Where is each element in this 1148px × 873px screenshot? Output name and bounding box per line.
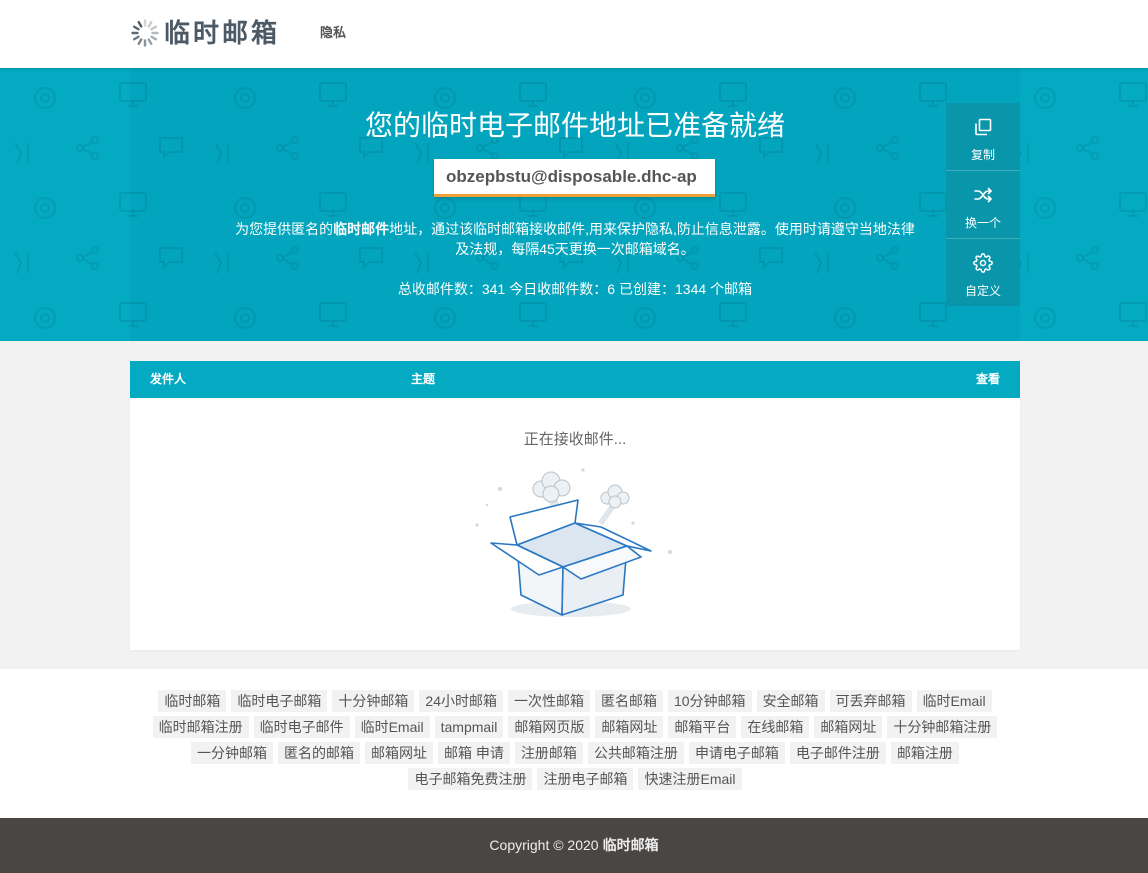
stat-today-label: 今日收邮件数： [509,281,608,297]
empty-inbox-illustration [475,468,672,617]
footer-tag-link[interactable]: tampmail [434,716,504,738]
footer-tag-link[interactable]: 10分钟邮箱 [667,690,752,712]
inbox-body: 正在接收邮件... [130,398,1020,650]
logo-spinner-icon [131,19,159,47]
site-logo[interactable]: 临时邮箱 [130,16,290,50]
footer-tag-link[interactable]: 注册邮箱 [514,742,583,764]
footer-tag-link[interactable]: 申请电子邮箱 [688,742,785,764]
footer-tag-link[interactable]: 临时邮箱注册 [152,716,249,738]
footer-tag-link[interactable]: 邮箱网页版 [508,716,591,738]
footer-tag-link[interactable]: 快速注册Email [638,768,742,790]
footer-tag-link[interactable]: 邮箱注册 [890,742,959,764]
footer-tag-link[interactable]: 十分钟邮箱 [332,690,415,712]
change-address-button[interactable]: 换一个 [946,171,1020,239]
footer-tag-link[interactable]: 电子邮箱免费注册 [408,768,533,790]
receiving-status-text: 正在接收邮件... [523,431,627,448]
inbox-table-header: 发件人 主题 查看 [130,361,1020,398]
column-header-subject: 主题 [411,372,436,386]
footer-tag-link[interactable]: 24小时邮箱 [419,690,503,712]
email-address-field[interactable] [434,159,715,197]
footer-tag-link[interactable]: 邮箱 申请 [438,742,510,764]
customize-button[interactable]: 自定义 [946,239,1020,306]
footer-keyword-links: 临时邮箱 临时电子邮箱 十分钟邮箱 24小时邮箱 一次性邮箱 匿名邮箱 10分钟邮箱 安全邮箱… [0,669,1148,818]
footer-tag-link[interactable]: 临时电子邮箱 [231,690,328,712]
tag-row: 电子邮箱免费注册 注册电子邮箱 快速注册Email [130,768,1020,790]
description-text: 地址，通过该临时邮箱接收邮件,用来保护隐私,防止信息泄露。使用时请遵守当地法律 [389,221,915,237]
stat-total-value: 341 [481,281,506,297]
footer-tag-link[interactable]: 邮箱网址 [595,716,664,738]
tag-row: 临时邮箱 临时电子邮箱 十分钟邮箱 24小时邮箱 一次性邮箱 匿名邮箱 10分钟邮箱 安全邮箱… [130,690,1020,712]
footer-tag-link[interactable]: 注册电子邮箱 [537,768,634,790]
description-line-1: 为您提供匿名的临时邮件地址，通过该临时邮箱接收邮件,用来保护隐私,防止信息泄露。… [130,219,1020,239]
stat-today-value: 6 [607,281,615,297]
footer-tag-link[interactable]: 临时电子邮件 [253,716,350,738]
copy-button[interactable]: 复制 [946,103,1020,171]
hero-title: 您的临时电子邮件地址已准备就绪 [364,110,785,141]
copyright-bar: Copyright © 2020 临时邮箱 [0,818,1148,873]
stat-total-label: 总收邮件数： [397,281,482,297]
action-panel: 复制 换一个 自定义 [946,103,1020,306]
logo-text: 临时邮箱 [164,18,281,48]
change-address-button-label: 换一个 [964,216,1001,230]
footer-tag-link[interactable]: 电子邮件注册 [789,742,886,764]
top-navbar: 临时邮箱 隐私 [0,0,1148,68]
footer-tag-link[interactable]: 在线邮箱 [741,716,810,738]
stat-created-unit: 个邮箱 [710,281,753,297]
footer-tag-link[interactable]: 可丢弃邮箱 [829,690,912,712]
footer-tag-link[interactable]: 临时邮箱 [158,690,227,712]
footer-tag-link[interactable]: 安全邮箱 [756,690,825,712]
column-header-view: 查看 [975,372,1000,386]
customize-button-label: 自定义 [964,284,1001,298]
tag-row: 一分钟邮箱 匿名的邮箱 邮箱网址 邮箱 申请 注册邮箱 公共邮箱注册 申请电子邮箱 电子邮件注… [130,742,1020,764]
footer-tag-link[interactable]: 一分钟邮箱 [191,742,274,764]
nav-privacy-link[interactable]: 隐私 [320,23,346,43]
footer-tag-link[interactable]: 临时Email [354,716,430,738]
shuffle-icon [974,187,992,203]
footer-tag-link[interactable]: 邮箱网址 [365,742,434,764]
column-header-sender: 发件人 [150,372,187,386]
stat-created-label: 已创建： [619,281,675,297]
keyword-tag-cloud: 临时邮箱 临时电子邮箱 十分钟邮箱 24小时邮箱 一次性邮箱 匿名邮箱 10分钟邮箱 安全邮箱… [130,690,1020,794]
copy-button-label: 复制 [970,148,995,162]
footer-tag-link[interactable]: 十分钟邮箱注册 [887,716,998,738]
description-line-2: 及法规，每隔45天更换一次邮箱域名。 [455,241,695,257]
footer-tag-link[interactable]: 匿名的邮箱 [278,742,361,764]
mail-stats: 总收邮件数：341 今日收邮件数：6 已创建：1344 个邮箱 [130,279,1020,299]
hero-description: 为您提供匿名的临时邮件地址，通过该临时邮箱接收邮件,用来保护隐私,防止信息泄露。… [130,219,1020,259]
gear-icon [973,253,993,273]
description-text: 为您提供匿名的 [235,221,334,237]
footer-tag-link[interactable]: 邮箱平台 [668,716,737,738]
footer-tag-link[interactable]: 匿名邮箱 [594,690,663,712]
tag-row: 临时邮箱注册 临时电子邮件 临时Email tampmail 邮箱网页版 邮箱网址 邮箱平台… [130,716,1020,738]
stat-created-value: 1344 [675,281,707,297]
footer-tag-link[interactable]: 临时Email [916,690,992,712]
footer-tag-link[interactable]: 一次性邮箱 [507,690,590,712]
footer-tag-link[interactable]: 公共邮箱注册 [587,742,684,764]
copyright-brand: 临时邮箱 [602,837,659,853]
hero-section: 您的临时电子邮件地址已准备就绪 为您提供匿名的临时邮件地址，通过该临时邮箱接收邮… [0,68,1148,341]
description-highlight: 临时邮件 [333,221,390,237]
copyright-text: Copyright © 2020 [489,837,599,853]
copy-icon [975,118,992,136]
footer-tag-link[interactable]: 邮箱网址 [814,716,883,738]
